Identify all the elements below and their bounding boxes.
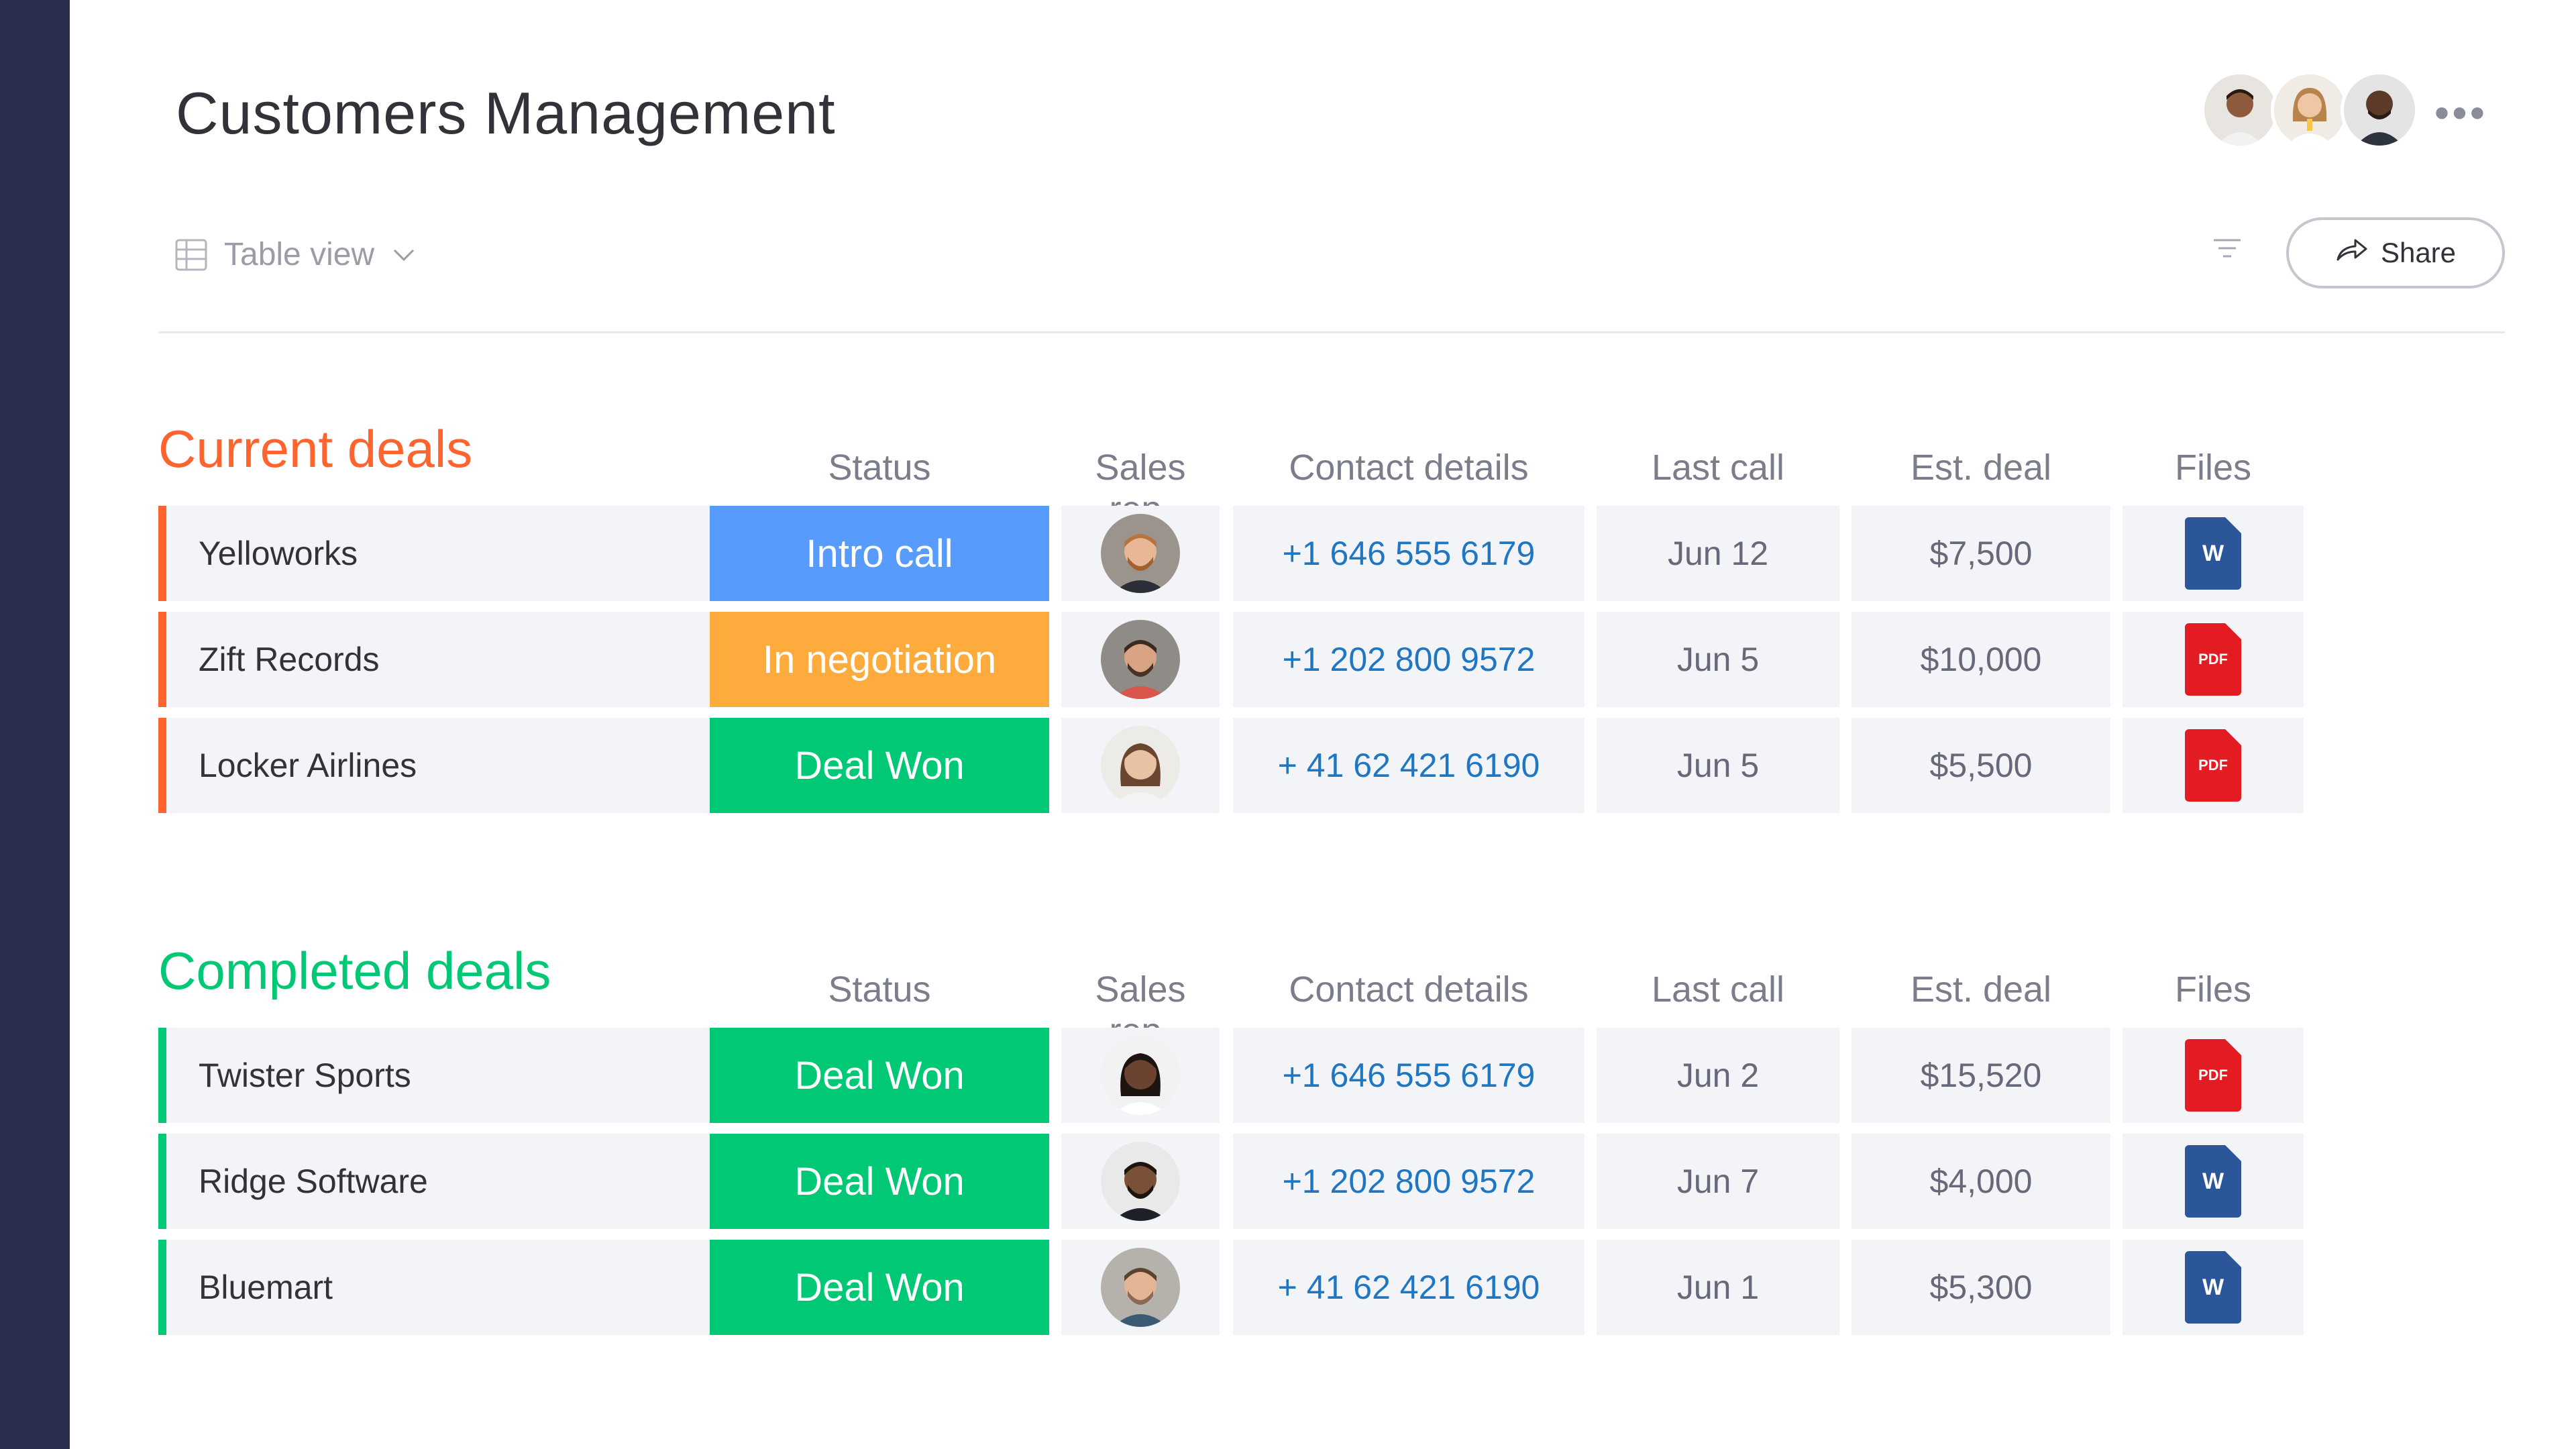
group-header: Current dealsStatusSales rep.Contact det… (158, 419, 2505, 529)
files-cell[interactable]: PDF (2123, 612, 2304, 707)
filter-icon[interactable] (2212, 236, 2242, 266)
table-icon (174, 238, 208, 272)
est-deal-value[interactable]: $7,500 (1851, 506, 2110, 601)
avatar[interactable] (1101, 1142, 1180, 1221)
board-members[interactable] (2201, 71, 2418, 149)
files-cell[interactable]: W (2123, 506, 2304, 601)
avatar[interactable] (1101, 620, 1180, 699)
contact-phone-link[interactable]: + 41 62 421 6190 (1233, 718, 1585, 813)
avatar[interactable] (1101, 1036, 1180, 1115)
item-name[interactable]: Locker Airlines (199, 746, 417, 785)
word-file-icon[interactable]: W (2185, 1145, 2241, 1218)
group-color-bar (158, 506, 166, 601)
est-deal-value[interactable]: $10,000 (1851, 612, 2110, 707)
files-cell[interactable]: PDF (2123, 1028, 2304, 1123)
table-row[interactable]: Zift Records In negotiation +1 202 800 957… (158, 612, 2505, 707)
group-color-bar (158, 1028, 166, 1123)
table-row[interactable]: Bluemart Deal Won + 41 62 421 6190 Jun 1 $5,… (158, 1240, 2505, 1335)
share-label: Share (2380, 237, 2457, 268)
item-name[interactable]: Zift Records (199, 640, 380, 679)
est-deal-value[interactable]: $5,500 (1851, 718, 2110, 813)
view-selector[interactable]: Table view (174, 236, 417, 273)
table-row[interactable]: Ridge Software Deal Won +1 202 800 9572 Jun… (158, 1134, 2505, 1229)
last-call-date[interactable]: Jun 5 (1597, 718, 1839, 813)
column-header-status[interactable]: Status (710, 447, 1049, 488)
status-cell[interactable]: Deal Won (710, 1134, 1049, 1229)
sales-rep-cell[interactable] (1061, 506, 1220, 601)
sales-rep-cell[interactable] (1061, 1240, 1220, 1335)
item-name[interactable]: Ridge Software (199, 1162, 428, 1201)
group-color-bar (158, 1134, 166, 1229)
member-avatar[interactable] (2201, 71, 2279, 149)
files-cell[interactable]: W (2123, 1134, 2304, 1229)
left-sidebar (0, 0, 70, 1449)
group-color-bar (158, 1240, 166, 1335)
contact-phone-link[interactable]: +1 202 800 9572 (1233, 612, 1585, 707)
item-name[interactable]: Twister Sports (199, 1056, 411, 1095)
sales-rep-cell[interactable] (1061, 1028, 1220, 1123)
view-label: Table view (224, 237, 375, 272)
group-color-bar (158, 718, 166, 813)
group-color-bar (158, 612, 166, 707)
contact-phone-link[interactable]: +1 646 555 6179 (1233, 1028, 1585, 1123)
status-cell[interactable]: Intro call (710, 506, 1049, 601)
files-cell[interactable]: PDF (2123, 718, 2304, 813)
item-name[interactable]: Yelloworks (199, 534, 358, 573)
item-name[interactable]: Bluemart (199, 1268, 333, 1307)
table-row[interactable]: Yelloworks Intro call +1 646 555 6179 Jun 1… (158, 506, 2505, 601)
est-deal-value[interactable]: $4,000 (1851, 1134, 2110, 1229)
status-cell[interactable]: Deal Won (710, 1240, 1049, 1335)
share-button[interactable]: Share (2286, 217, 2505, 288)
sales-rep-cell[interactable] (1061, 1134, 1220, 1229)
column-header-status[interactable]: Status (710, 969, 1049, 1010)
sales-rep-cell[interactable] (1061, 612, 1220, 707)
files-cell[interactable]: W (2123, 1240, 2304, 1335)
group-title[interactable]: Current deals (158, 419, 472, 480)
contact-phone-link[interactable]: +1 646 555 6179 (1233, 506, 1585, 601)
status-cell[interactable]: Deal Won (710, 718, 1049, 813)
status-cell[interactable]: In negotiation (710, 612, 1049, 707)
word-file-icon[interactable]: W (2185, 517, 2241, 590)
board-title: Customers Management (176, 80, 836, 146)
member-avatar[interactable] (2341, 71, 2418, 149)
contact-phone-link[interactable]: + 41 62 421 6190 (1233, 1240, 1585, 1335)
status-cell[interactable]: Deal Won (710, 1028, 1049, 1123)
column-header-est-deal[interactable]: Est. deal (1851, 447, 2110, 488)
last-call-date[interactable]: Jun 5 (1597, 612, 1839, 707)
last-call-date[interactable]: Jun 7 (1597, 1134, 1839, 1229)
avatar[interactable] (1101, 726, 1180, 805)
table-row[interactable]: Twister Sports Deal Won +1 646 555 6179 Jun… (158, 1028, 2505, 1123)
header-divider (158, 331, 2505, 333)
column-header-est-deal[interactable]: Est. deal (1851, 969, 2110, 1010)
contact-phone-link[interactable]: +1 202 800 9572 (1233, 1134, 1585, 1229)
avatar[interactable] (1101, 1248, 1180, 1327)
est-deal-value[interactable]: $15,520 (1851, 1028, 2110, 1123)
share-icon (2335, 237, 2369, 269)
last-call-date[interactable]: Jun 12 (1597, 506, 1839, 601)
chevron-down-icon (390, 245, 417, 265)
more-options-icon[interactable]: ••• (2434, 91, 2487, 134)
group-title[interactable]: Completed deals (158, 941, 551, 1002)
column-header-last-call[interactable]: Last call (1597, 447, 1839, 488)
group-current-deals: Current dealsStatusSales rep.Contact det… (158, 419, 2505, 824)
sales-rep-cell[interactable] (1061, 718, 1220, 813)
column-header-last-call[interactable]: Last call (1597, 969, 1839, 1010)
last-call-date[interactable]: Jun 2 (1597, 1028, 1839, 1123)
table-row[interactable]: Locker Airlines Deal Won + 41 62 421 6190 J… (158, 718, 2505, 813)
word-file-icon[interactable]: W (2185, 1251, 2241, 1324)
avatar[interactable] (1101, 514, 1180, 593)
column-header-files[interactable]: Files (2123, 447, 2304, 488)
group-completed-deals: Completed dealsStatusSales rep.Contact d… (158, 941, 2505, 1346)
column-header-contact[interactable]: Contact details (1233, 447, 1585, 488)
last-call-date[interactable]: Jun 1 (1597, 1240, 1839, 1335)
member-avatar[interactable] (2271, 71, 2349, 149)
pdf-file-icon[interactable]: PDF (2185, 623, 2241, 696)
column-header-files[interactable]: Files (2123, 969, 2304, 1010)
est-deal-value[interactable]: $5,300 (1851, 1240, 2110, 1335)
group-header: Completed dealsStatusSales rep.Contact d… (158, 941, 2505, 1051)
pdf-file-icon[interactable]: PDF (2185, 729, 2241, 802)
column-header-contact[interactable]: Contact details (1233, 969, 1585, 1010)
pdf-file-icon[interactable]: PDF (2185, 1039, 2241, 1112)
